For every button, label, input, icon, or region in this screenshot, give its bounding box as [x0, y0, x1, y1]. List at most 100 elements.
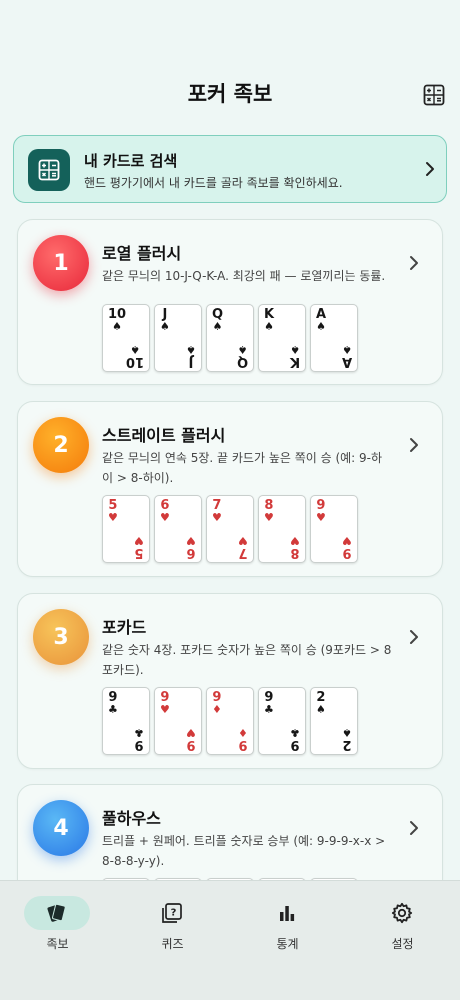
card-suit-icon: ♥ [264, 511, 274, 524]
card-corner: 10 ♠ [108, 308, 126, 332]
playing-card: K ♠ K ♠ [258, 304, 306, 372]
tab-label: 설정 [391, 937, 414, 951]
card-corner: J ♠ [160, 308, 170, 332]
rank-badge: 2 [33, 417, 89, 473]
card-suit-icon: ♣ [134, 726, 144, 739]
card-suit-icon: ♥ [212, 511, 222, 524]
hand-description: 같은 숫자 4장. 포카드 숫자가 높은 쪽이 승 (9포카드 > 8 포카드). [102, 640, 407, 680]
tab-label: 족보 [46, 937, 69, 951]
card-suit-icon: ♥ [290, 534, 300, 547]
gear-icon [391, 902, 413, 924]
card-rank: A [341, 354, 352, 369]
calculator-icon [28, 149, 70, 191]
page-title: 포커 족보 [187, 82, 273, 106]
hand-description-line: 같은 무늬의 10-J-Q-K-A. 최강의 패 — 로열끼리는 동률. [102, 269, 386, 283]
hand-description: 같은 무늬의 연속 5장. 끝 카드가 높은 쪽이 승 (예: 9-하 이 > 8… [102, 448, 407, 488]
card-suit-icon: ♠ [316, 703, 326, 716]
card-rank: 5 [134, 545, 144, 560]
playing-card: 7 ♥ 7 ♥ [206, 495, 254, 563]
card-corner: 9♥ [342, 534, 352, 560]
card-corner: 6 ♥ [186, 534, 196, 560]
chevron-right-icon [408, 436, 420, 458]
card-corner: A ♠ [316, 308, 326, 332]
card-suit-icon: ♥ [238, 534, 248, 547]
card-corner: A ♠ [341, 343, 352, 369]
rank-badge: 4 [33, 800, 89, 856]
tab-label: 통계 [276, 937, 299, 951]
playing-card: 9♥9♥ [310, 495, 358, 563]
card-corner: J ♠ [186, 343, 196, 369]
tab-quiz[interactable]: ? 퀴즈 [115, 881, 230, 961]
hand-name: 로열 플러시 [102, 244, 182, 263]
card-suit-icon: ♦ [238, 726, 248, 739]
card-rank: 2 [342, 737, 352, 752]
card-suit-icon: ♠ [342, 343, 352, 356]
card-corner: 9♦ [212, 691, 222, 715]
calculator-icon[interactable] [423, 84, 445, 106]
card-corner: 8 ♥ [290, 534, 300, 560]
card-rank: J [188, 354, 194, 369]
card-corner: 10 ♠ [125, 343, 144, 369]
card-suit-icon: ♠ [186, 343, 196, 356]
card-corner: 2 ♠ [342, 726, 352, 752]
card-suit-icon: ♥ [186, 726, 196, 739]
hand-name: 포카드 [102, 618, 147, 637]
card-suit-icon: ♥ [108, 511, 118, 524]
tab-stats[interactable]: 통계 [230, 881, 345, 961]
search-by-my-cards-banner[interactable]: 내 카드로 검색 핸드 평가기에서 내 카드를 골라 족보를 확인하세요. [13, 135, 447, 203]
card-suit-icon: ♥ [134, 534, 144, 547]
tab-hands[interactable]: 족보 [0, 881, 115, 961]
cards-icon [46, 902, 68, 924]
card-rank: 9 [238, 737, 248, 752]
card-suit-icon: ♣ [264, 703, 274, 716]
hand-card-1[interactable]: 1 로열 플러시 같은 무늬의 10-J-Q-K-A. 최강의 패 — 로열끼리는 … [17, 219, 443, 385]
playing-card: 9 ♣ 9 ♣ [258, 687, 306, 755]
card-rank: 7 [238, 545, 248, 560]
playing-card: 9♦9♦ [206, 687, 254, 755]
card-suit-icon: ♠ [237, 343, 248, 356]
card-corner: 7 ♥ [238, 534, 248, 560]
card-rank: 9 [134, 737, 144, 752]
card-corner: 9 ♣ [264, 691, 274, 715]
hand-description-line: 같은 숫자 4장. 포카드 숫자가 높은 쪽이 승 (9포카드 > 8 [102, 643, 392, 657]
card-suit-icon: ♠ [290, 343, 300, 356]
card-corner: 9 ♣ [108, 691, 118, 715]
hand-card-2[interactable]: 2 스트레이트 플러시 같은 무늬의 연속 5장. 끝 카드가 높은 쪽이 승 (예… [17, 401, 443, 577]
card-suit-icon: ♥ [342, 534, 352, 547]
card-suit-icon: ♦ [212, 703, 222, 716]
playing-card: A ♠ A ♠ [310, 304, 358, 372]
card-rank: 9 [186, 737, 196, 752]
search-banner-description: 핸드 평가기에서 내 카드를 골라 족보를 확인하세요. [84, 176, 343, 190]
card-suit-icon: ♠ [316, 320, 326, 333]
card-rank: K [289, 354, 300, 369]
hand-description-line: 포카드). [102, 663, 144, 677]
card-suit-icon: ♣ [108, 703, 118, 716]
playing-card: 5 ♥ 5 ♥ [102, 495, 150, 563]
card-corner: 9 ♣ [134, 726, 144, 752]
playing-card: 9♥9♥ [154, 687, 202, 755]
card-rank: 8 [290, 545, 300, 560]
svg-text:?: ? [171, 908, 177, 919]
tab-settings[interactable]: 설정 [345, 881, 460, 961]
card-corner: 2 ♠ [316, 691, 326, 715]
card-corner: 9♥ [186, 726, 196, 752]
bottom-tab-bar: 족보 ? 퀴즈 통계 설정 [0, 880, 460, 1000]
card-corner: 9♥ [160, 691, 170, 715]
card-rank: 6 [186, 545, 196, 560]
card-rank: 9 [290, 737, 300, 752]
hand-description: 트리플 + 원페어. 트리플 숫자로 승부 (예: 9-9-9-x-x > 8-8… [102, 831, 407, 871]
example-cards: 5 ♥ 5 ♥ 6 ♥ 6 ♥ 7 ♥ 7 ♥ 8 ♥ 8 ♥ 9 ♥ 9 ♥ [102, 495, 358, 563]
card-rank: 9 [342, 545, 352, 560]
chevron-right-icon [408, 819, 420, 841]
card-corner: 9♥ [316, 499, 326, 523]
playing-card: 10 ♠ 10 ♠ [102, 304, 150, 372]
card-corner: 7 ♥ [212, 499, 222, 523]
card-corner: 5 ♥ [134, 534, 144, 560]
chevron-right-icon [408, 254, 420, 276]
card-rank: 10 [125, 354, 144, 369]
card-corner: K ♠ [289, 343, 300, 369]
chevron-right-icon [424, 160, 436, 182]
playing-card: 2 ♠ 2 ♠ [310, 687, 358, 755]
hand-card-3[interactable]: 3 포카드 같은 숫자 4장. 포카드 숫자가 높은 쪽이 승 (9포카드 > 8 포… [17, 593, 443, 769]
card-corner: Q ♠ [212, 308, 223, 332]
